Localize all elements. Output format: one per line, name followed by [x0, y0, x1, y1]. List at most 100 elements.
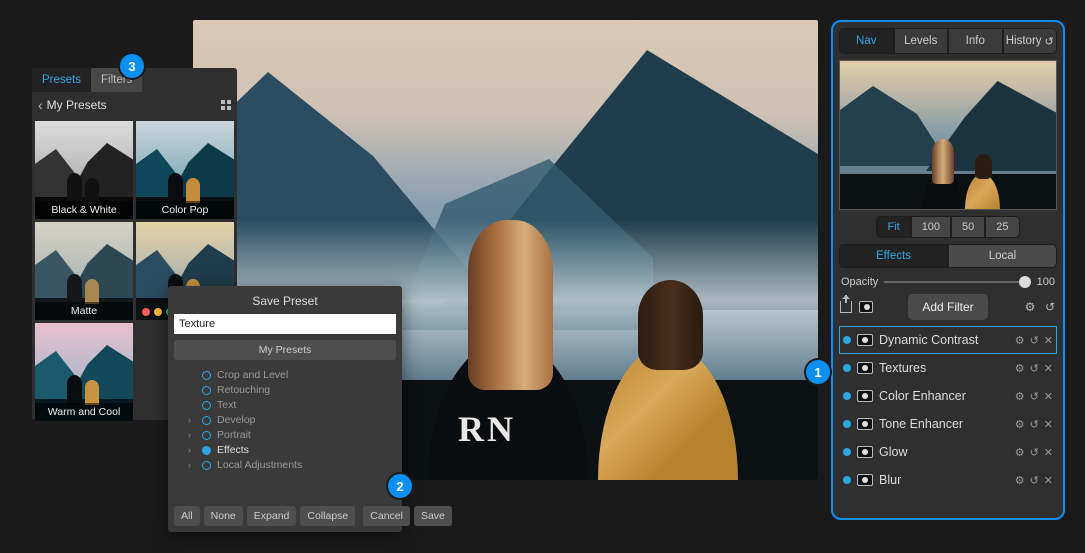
close-icon[interactable]: ✕	[1044, 474, 1053, 487]
enable-dot[interactable]	[843, 420, 851, 428]
collapse-button[interactable]: Collapse	[300, 506, 355, 526]
presets-header: My Presets	[47, 98, 107, 112]
filter-name: Blur	[879, 473, 1009, 487]
opt-retouch[interactable]: Retouching	[188, 383, 396, 398]
filter-row[interactable]: Dynamic Contrast ⚙ ↺ ✕	[839, 326, 1057, 354]
mode-local[interactable]: Local	[948, 244, 1057, 268]
zoom-fit[interactable]: Fit	[876, 216, 910, 238]
tab-presets[interactable]: Presets	[32, 68, 91, 92]
opt-crop[interactable]: Crop and Level	[188, 368, 396, 383]
close-icon[interactable]: ✕	[1044, 334, 1053, 347]
enable-dot[interactable]	[843, 364, 851, 372]
gear-icon[interactable]: ⚙	[1015, 418, 1025, 431]
reset-icon[interactable]: ↺	[1030, 390, 1039, 403]
filter-name: Dynamic Contrast	[879, 333, 1009, 347]
shirt-text: RN	[458, 408, 516, 450]
opt-text[interactable]: Text	[188, 398, 396, 413]
grid-view-icon[interactable]	[221, 100, 231, 110]
navigator-thumbnail[interactable]	[839, 60, 1057, 210]
tab-levels[interactable]: Levels	[894, 28, 949, 54]
callout-badge-2: 2	[388, 474, 412, 498]
save-button[interactable]: Save	[414, 506, 452, 526]
opacity-slider[interactable]	[884, 281, 1030, 283]
right-tabs: Nav Levels Info History↺	[839, 28, 1057, 54]
tab-nav[interactable]: Nav	[839, 28, 894, 54]
tab-info[interactable]: Info	[948, 28, 1003, 54]
opt-effects[interactable]: ›Effects	[188, 443, 396, 458]
reset-icon[interactable]: ↺	[1043, 300, 1057, 314]
mask-icon[interactable]	[857, 446, 873, 458]
gear-icon[interactable]: ⚙	[1015, 390, 1025, 403]
reset-icon[interactable]: ↺	[1030, 418, 1039, 431]
mask-icon[interactable]	[857, 418, 873, 430]
mask-icon[interactable]	[857, 390, 873, 402]
opt-portrait[interactable]: ›Portrait	[188, 428, 396, 443]
opacity-knob[interactable]	[1019, 276, 1031, 288]
close-icon[interactable]: ✕	[1044, 418, 1053, 431]
enable-dot[interactable]	[843, 336, 851, 344]
opt-local[interactable]: ›Local Adjustments	[188, 458, 396, 473]
filter-name: Tone Enhancer	[879, 417, 1009, 431]
right-panel: Nav Levels Info History↺ Fit 100 50 25 E…	[831, 20, 1065, 520]
mode-effects[interactable]: Effects	[839, 244, 948, 268]
add-filter-button[interactable]: Add Filter	[908, 294, 987, 320]
destination-dropdown[interactable]: My Presets	[174, 340, 396, 360]
gear-icon[interactable]: ⚙	[1015, 446, 1025, 459]
callout-badge-3: 3	[120, 54, 144, 78]
export-icon[interactable]	[839, 300, 853, 314]
opt-develop[interactable]: ›Develop	[188, 413, 396, 428]
zoom-25[interactable]: 25	[985, 216, 1019, 238]
preset-label: Matte	[35, 302, 133, 320]
mask-icon[interactable]	[857, 474, 873, 486]
back-icon[interactable]: ‹	[38, 97, 43, 113]
save-preset-dialog: Save Preset My Presets Crop and Level Re…	[168, 286, 402, 532]
reset-icon[interactable]: ↺	[1030, 474, 1039, 487]
enable-dot[interactable]	[843, 476, 851, 484]
zoom-controls: Fit 100 50 25	[839, 216, 1057, 238]
zoom-50[interactable]: 50	[951, 216, 985, 238]
callout-badge-1: 1	[806, 360, 830, 384]
mode-toggle: Effects Local	[839, 244, 1057, 268]
zoom-100[interactable]: 100	[911, 216, 951, 238]
preset-label: Color Pop	[136, 201, 234, 219]
reset-icon[interactable]: ↺	[1030, 446, 1039, 459]
preset-black-white[interactable]: Black & White	[35, 121, 133, 219]
tab-history[interactable]: History↺	[1003, 28, 1058, 54]
cancel-button[interactable]: Cancel	[363, 506, 410, 526]
opacity-label: Opacity	[841, 276, 878, 288]
reset-icon[interactable]: ↺	[1030, 334, 1039, 347]
close-icon[interactable]: ✕	[1044, 446, 1053, 459]
filter-row[interactable]: Glow ⚙ ↺ ✕	[839, 438, 1057, 466]
mask-icon[interactable]	[857, 362, 873, 374]
expand-button[interactable]: Expand	[247, 506, 297, 526]
master-mask-icon[interactable]	[859, 300, 873, 314]
filter-name: Color Enhancer	[879, 389, 1009, 403]
gear-icon[interactable]: ⚙	[1015, 334, 1025, 347]
reset-icon[interactable]: ↺	[1030, 362, 1039, 375]
enable-dot[interactable]	[843, 392, 851, 400]
filter-row[interactable]: Tone Enhancer ⚙ ↺ ✕	[839, 410, 1057, 438]
gear-icon[interactable]: ⚙	[1015, 362, 1025, 375]
filter-row[interactable]: Blur ⚙ ↺ ✕	[839, 466, 1057, 494]
opacity-value: 100	[1037, 276, 1055, 288]
gear-icon[interactable]: ⚙	[1023, 300, 1037, 314]
preset-label: Warm and Cool	[35, 403, 133, 421]
gear-icon[interactable]: ⚙	[1015, 474, 1025, 487]
filter-row[interactable]: Textures ⚙ ↺ ✕	[839, 354, 1057, 382]
close-icon[interactable]: ✕	[1044, 362, 1053, 375]
close-icon[interactable]: ✕	[1044, 390, 1053, 403]
preset-name-input[interactable]	[174, 314, 396, 334]
filter-name: Glow	[879, 445, 1009, 459]
preset-matte[interactable]: Matte	[35, 222, 133, 320]
preset-warm-cool[interactable]: Warm and Cool	[35, 323, 133, 421]
none-button[interactable]: None	[204, 506, 243, 526]
all-button[interactable]: All	[174, 506, 200, 526]
preset-label: Black & White	[35, 201, 133, 219]
history-icon: ↺	[1045, 35, 1054, 48]
filter-stack: Dynamic Contrast ⚙ ↺ ✕ Textures ⚙ ↺ ✕ Color En…	[839, 326, 1057, 494]
filter-name: Textures	[879, 361, 1009, 375]
enable-dot[interactable]	[843, 448, 851, 456]
mask-icon[interactable]	[857, 334, 873, 346]
filter-row[interactable]: Color Enhancer ⚙ ↺ ✕	[839, 382, 1057, 410]
preset-color-pop[interactable]: Color Pop	[136, 121, 234, 219]
